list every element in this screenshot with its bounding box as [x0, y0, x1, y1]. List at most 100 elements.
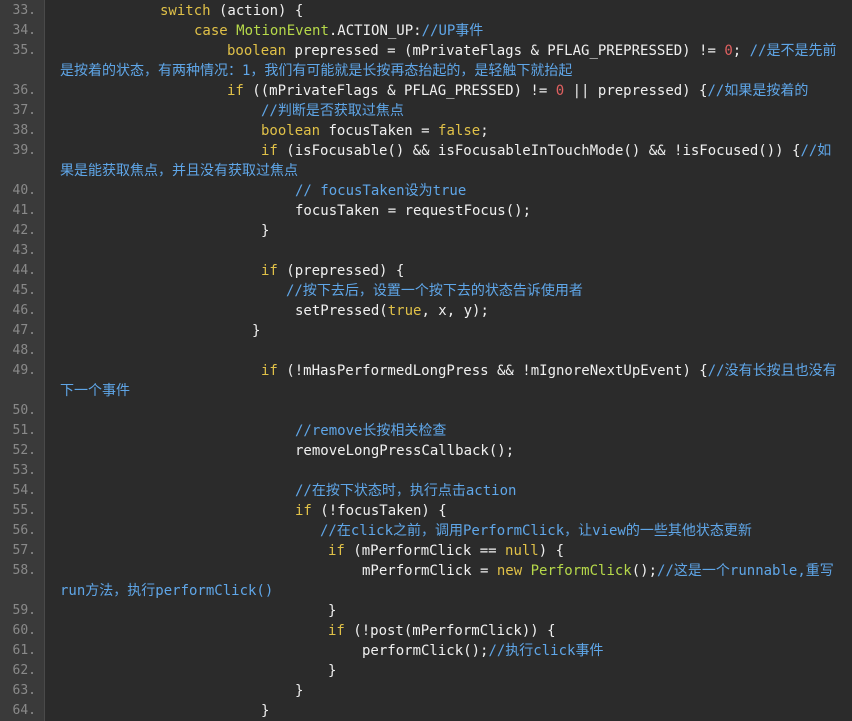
line-number: 42.	[12, 223, 36, 238]
comment-token: 是按着的状态，有两种情况：1，我们有可能就是长按再态抬起的，是轻触下就抬起	[60, 63, 573, 79]
comment-token: //如果是按着的	[707, 83, 809, 99]
code-line[interactable]: 48.	[0, 341, 852, 361]
code-token: || prepressed) {	[564, 83, 708, 99]
code-token: ((mPrivateFlags & PFLAG_PRESSED) !=	[243, 83, 556, 99]
type-token: PerformClick	[530, 563, 632, 579]
code-text: case MotionEvent.ACTION_UP://UP事件	[194, 21, 483, 41]
code-line[interactable]: 40. // focusTaken设为true	[0, 181, 852, 201]
code-token: ;	[732, 43, 750, 59]
code-line[interactable]: 43.	[0, 241, 852, 261]
number-token: 0	[555, 83, 565, 99]
code-line-wrap[interactable]: run方法，执行performClick()	[0, 581, 852, 601]
line-number: 46.	[12, 303, 36, 318]
code-text: if ((mPrivateFlags & PFLAG_PRESSED) != 0…	[227, 81, 808, 101]
line-number: 63.	[12, 683, 36, 698]
code-token: (!mHasPerformedLongPress && !mIgnoreNext…	[277, 363, 708, 379]
line-number: 61.	[12, 643, 36, 658]
line-number: 56.	[12, 523, 36, 538]
comment-token: //remove长按相关检查	[295, 423, 447, 439]
comment-token: //在按下状态时，执行点击action	[295, 483, 517, 499]
code-line[interactable]: 42.}	[0, 221, 852, 241]
code-token: (action) {	[210, 3, 304, 19]
keyword-token: switch	[160, 3, 211, 19]
code-token: (mPerformClick ==	[344, 543, 506, 559]
line-number: 37.	[12, 103, 36, 118]
code-text: setPressed(true, x, y);	[295, 301, 489, 321]
code-line[interactable]: 35. boolean prepressed = (mPrivateFlags &…	[0, 41, 852, 61]
line-number: 64.	[12, 703, 36, 718]
code-line[interactable]: 52. removeLongPressCallback();	[0, 441, 852, 461]
code-editor[interactable]: 33. switch (action) { 34. case MotionEvent.…	[0, 0, 852, 721]
keyword-token: boolean	[227, 43, 287, 59]
code-line[interactable]: 60. if (!post(mPerformClick)) {	[0, 621, 852, 641]
keyword-token: if	[227, 83, 244, 99]
code-line[interactable]: 38. boolean focusTaken = false;	[0, 121, 852, 141]
code-text: 下一个事件	[60, 381, 130, 401]
code-line[interactable]: 62.}	[0, 661, 852, 681]
code-text: performClick();//执行click事件	[362, 641, 603, 661]
code-line[interactable]: 57. if (mPerformClick == null) {	[0, 541, 852, 561]
code-line-wrap[interactable]: 下一个事件	[0, 381, 852, 401]
code-token: .ACTION_UP:	[328, 23, 422, 39]
code-token: (prepressed) {	[277, 263, 405, 279]
code-line[interactable]: 64.}	[0, 701, 852, 721]
code-token: }	[252, 323, 261, 339]
comment-token: //UP事件	[421, 23, 484, 39]
code-line[interactable]: 61. performClick();//执行click事件	[0, 641, 852, 661]
code-line[interactable]: 54. //在按下状态时，执行点击action	[0, 481, 852, 501]
code-text: }	[261, 221, 269, 241]
keyword-token: if	[328, 543, 345, 559]
code-text: focusTaken = requestFocus();	[295, 201, 531, 221]
code-line[interactable]: 56. //在click之前，调用PerformClick，让view的一些其他状…	[0, 521, 852, 541]
code-line[interactable]: 59.}	[0, 601, 852, 621]
code-text: if (!mHasPerformedLongPress && !mIgnoreN…	[261, 361, 837, 381]
line-number: 52.	[12, 443, 36, 458]
code-line-wrap[interactable]: 是按着的状态，有两种情况：1，我们有可能就是长按再态抬起的，是轻触下就抬起	[0, 61, 852, 81]
code-line[interactable]: 49. if (!mHasPerformedLongPress && !mIgno…	[0, 361, 852, 381]
code-line[interactable]: 37. //判断是否获取过焦点	[0, 101, 852, 121]
code-line[interactable]: 51. //remove长按相关检查	[0, 421, 852, 441]
code-text: if (isFocusable() && isFocusableInTouchM…	[261, 141, 831, 161]
comment-token: run方法，执行performClick()	[60, 583, 274, 599]
code-line[interactable]: 33. switch (action) {	[0, 1, 852, 21]
code-line[interactable]: 45. //按下去后，设置一个按下去的状态告诉使用者	[0, 281, 852, 301]
code-text: run方法，执行performClick()	[60, 581, 273, 601]
code-line[interactable]: 53.	[0, 461, 852, 481]
keyword-token: if	[328, 623, 345, 639]
code-token: ;	[480, 123, 489, 139]
comment-token: 下一个事件	[60, 383, 130, 399]
code-token: }	[295, 683, 304, 699]
line-number: 48.	[12, 343, 36, 358]
code-line[interactable]: 50.	[0, 401, 852, 421]
code-token: (!focusTaken) {	[311, 503, 447, 519]
code-line[interactable]: 41. focusTaken = requestFocus();	[0, 201, 852, 221]
code-line-wrap[interactable]: 果是能获取焦点，并且没有获取过焦点	[0, 161, 852, 181]
comment-token: //执行click事件	[488, 643, 604, 659]
line-number: 39.	[12, 143, 36, 158]
code-line[interactable]: 47.}	[0, 321, 852, 341]
code-line[interactable]: 46. setPressed(true, x, y);	[0, 301, 852, 321]
comment-token: //这是一个runnable,重写	[657, 563, 834, 579]
code-token: }	[261, 223, 270, 239]
keyword-token: boolean	[261, 123, 321, 139]
code-text: 是按着的状态，有两种情况：1，我们有可能就是长按再态抬起的，是轻触下就抬起	[60, 61, 572, 81]
line-number: 33.	[12, 3, 36, 18]
code-line[interactable]: 44. if (prepressed) {	[0, 261, 852, 281]
code-line[interactable]: 34. case MotionEvent.ACTION_UP://UP事件	[0, 21, 852, 41]
code-text: boolean prepressed = (mPrivateFlags & PF…	[227, 41, 836, 61]
comment-token: // focusTaken设为true	[295, 183, 467, 199]
code-text: //在按下状态时，执行点击action	[295, 481, 516, 501]
code-line[interactable]: 36. if ((mPrivateFlags & PFLAG_PRESSED) !…	[0, 81, 852, 101]
code-line[interactable]: 39. if (isFocusable() && isFocusableInTou…	[0, 141, 852, 161]
line-number: 47.	[12, 323, 36, 338]
code-text: if (!post(mPerformClick)) {	[328, 621, 556, 641]
line-number: 53.	[12, 463, 36, 478]
line-number: 49.	[12, 363, 36, 378]
comment-token: //按下去后，设置一个按下去的状态告诉使用者	[286, 283, 583, 299]
comment-token: //没有长按且也没有	[707, 363, 837, 379]
code-line[interactable]: 55. if (!focusTaken) {	[0, 501, 852, 521]
code-line[interactable]: 63.}	[0, 681, 852, 701]
code-line[interactable]: 58. mPerformClick = new PerformClick();//…	[0, 561, 852, 581]
